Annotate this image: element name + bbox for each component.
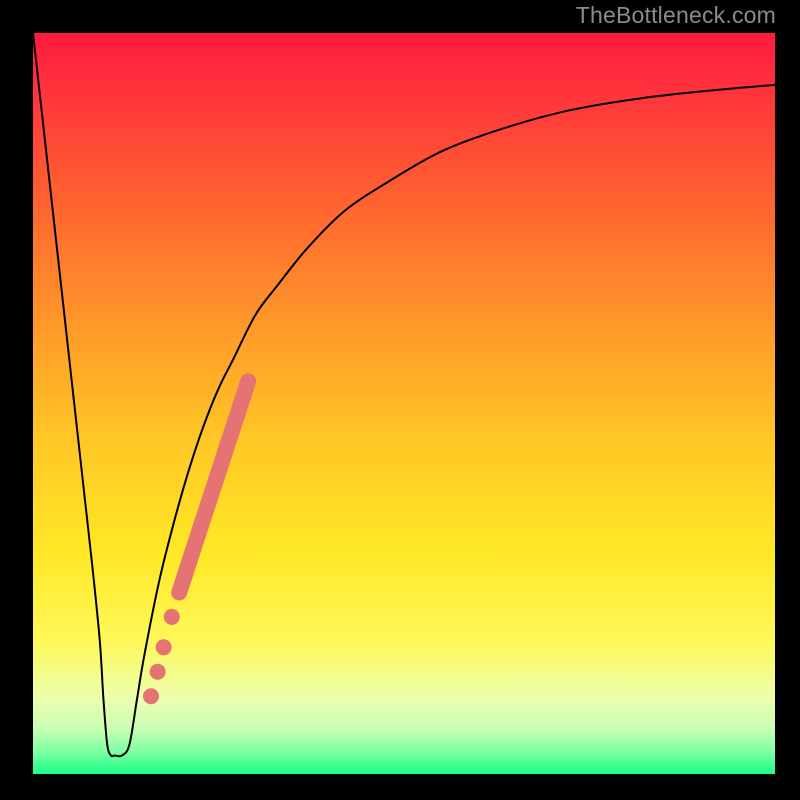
watermark-text: TheBottleneck.com — [576, 2, 776, 29]
highlight-dot-3 — [143, 688, 159, 704]
highlight-dot-2 — [150, 664, 166, 680]
highlight-dot-0 — [164, 609, 180, 625]
chart-frame: TheBottleneck.com — [0, 0, 800, 800]
plot-area — [33, 33, 775, 774]
gradient-background — [33, 33, 775, 774]
chart-svg — [33, 33, 775, 774]
highlight-dot-1 — [156, 639, 172, 655]
